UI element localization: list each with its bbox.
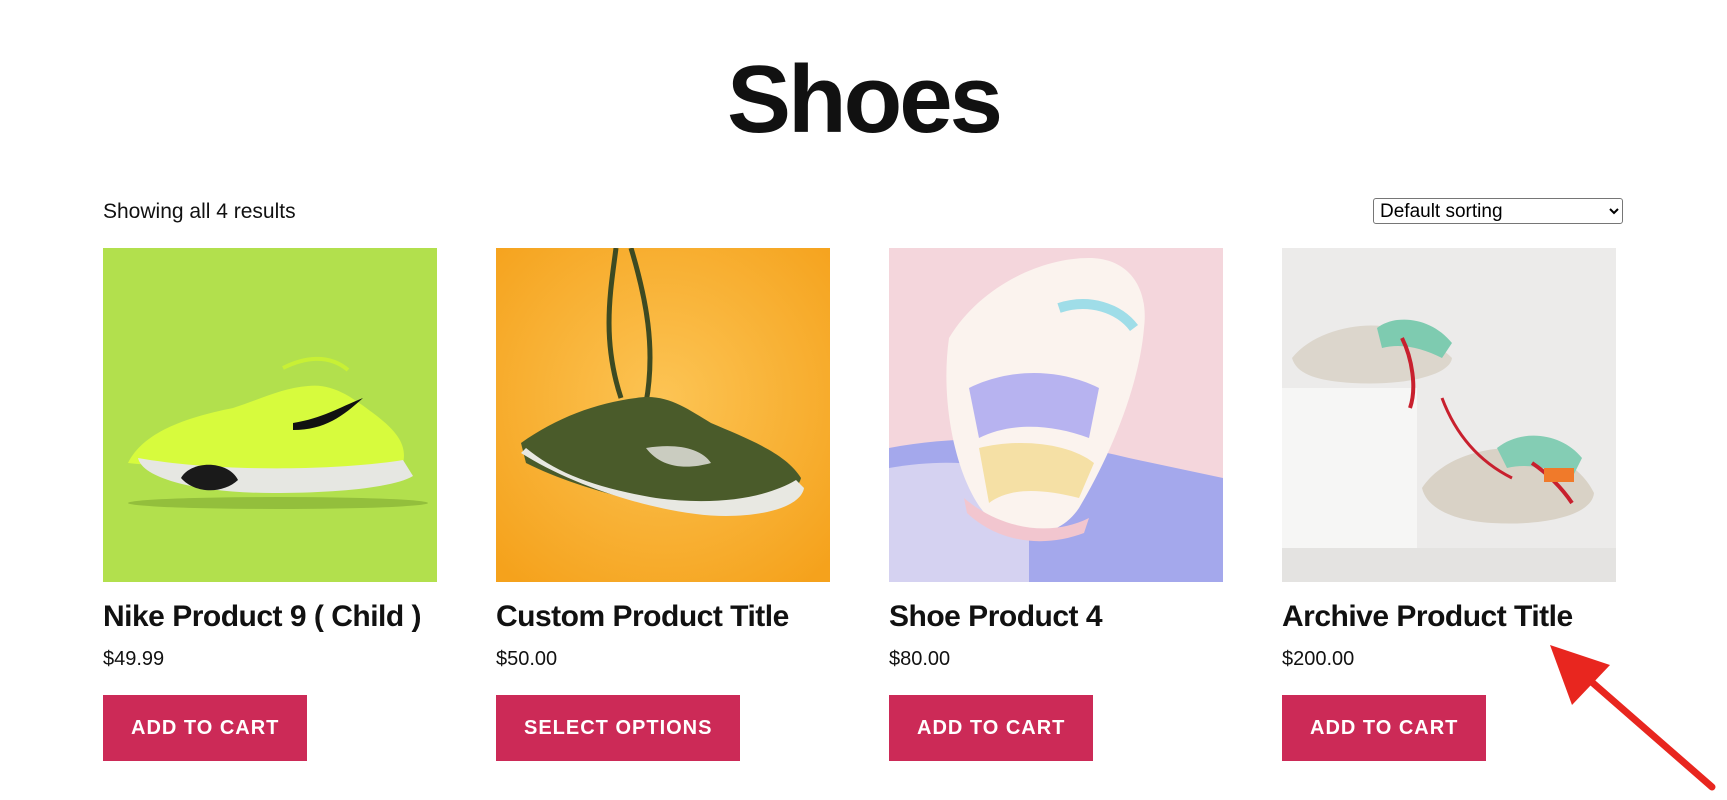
product-image-link[interactable] <box>889 248 1223 582</box>
product-card: Shoe Product 4 $80.00 ADD TO CART <box>889 248 1223 761</box>
page-title: Shoes <box>726 46 1003 153</box>
pastel-sneaker-image <box>889 248 1223 582</box>
product-price: $49.99 <box>103 648 165 670</box>
red-arrow-icon <box>1550 645 1716 791</box>
product-card: Custom Product Title $50.00 SELECT OPTIO… <box>496 248 830 761</box>
sorting-select[interactable]: Default sorting <box>1373 198 1623 224</box>
product-image-link[interactable] <box>1282 248 1616 582</box>
product-image-link[interactable] <box>496 248 830 582</box>
product-title[interactable]: Nike Product 9 ( Child ) <box>103 599 437 635</box>
add-to-cart-button[interactable]: ADD TO CART <box>1282 695 1487 761</box>
product-title[interactable]: Shoe Product 4 <box>889 599 1223 635</box>
product-card: Nike Product 9 ( Child ) $49.99 ADD TO C… <box>103 248 437 761</box>
product-title[interactable]: Custom Product Title <box>496 599 830 635</box>
add-to-cart-button[interactable]: ADD TO CART <box>103 695 308 761</box>
pair-sneakers-image <box>1282 248 1616 582</box>
product-price: $50.00 <box>496 648 558 670</box>
hanging-sneaker-image <box>496 248 830 582</box>
product-grid: Nike Product 9 ( Child ) $49.99 ADD TO C… <box>103 248 1623 761</box>
add-to-cart-button[interactable]: ADD TO CART <box>889 695 1094 761</box>
product-title[interactable]: Archive Product Title <box>1282 599 1616 635</box>
select-options-button[interactable]: SELECT OPTIONS <box>496 695 741 761</box>
product-price: $80.00 <box>889 648 951 670</box>
result-count: Showing all 4 results <box>103 200 296 223</box>
product-image-link[interactable] <box>103 248 437 582</box>
green-sneaker-image <box>103 248 437 582</box>
